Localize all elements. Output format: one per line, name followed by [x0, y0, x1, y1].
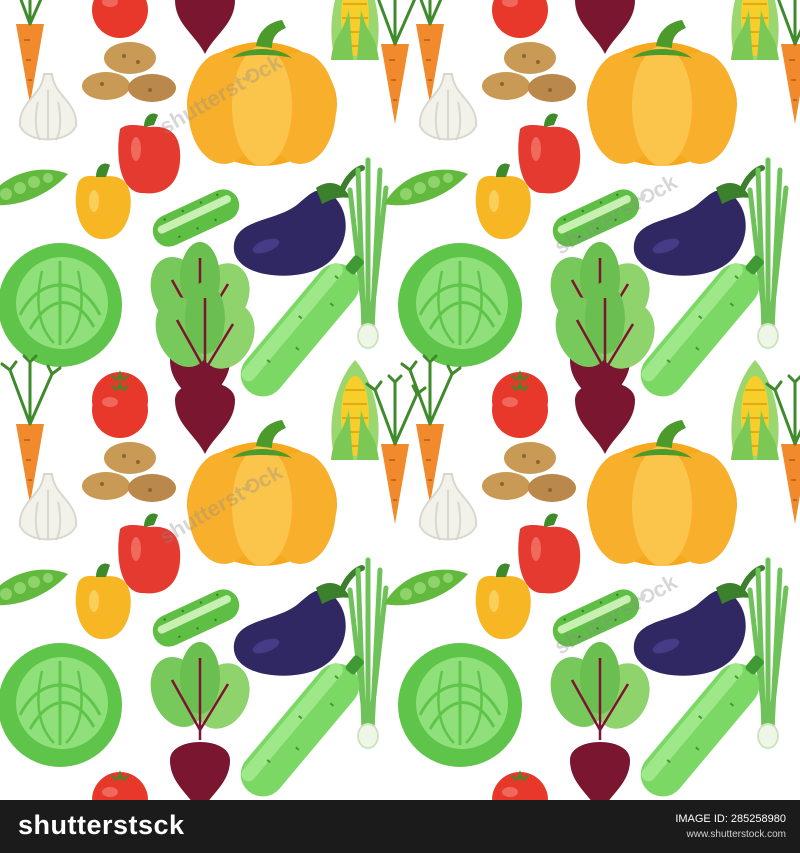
image-id-label: IMAGE ID: 285258980	[675, 813, 786, 825]
footer-bar: shutterstsck IMAGE ID: 285258980 www.shu…	[0, 800, 800, 853]
site-url-label: www.shutterstock.com	[686, 829, 786, 840]
brand-logo: shutterstsck	[18, 810, 185, 840]
vegetable-pattern-illustration: shutterst⟲ck shutterst⟲ck shutterst⟲ck s…	[0, 0, 800, 800]
